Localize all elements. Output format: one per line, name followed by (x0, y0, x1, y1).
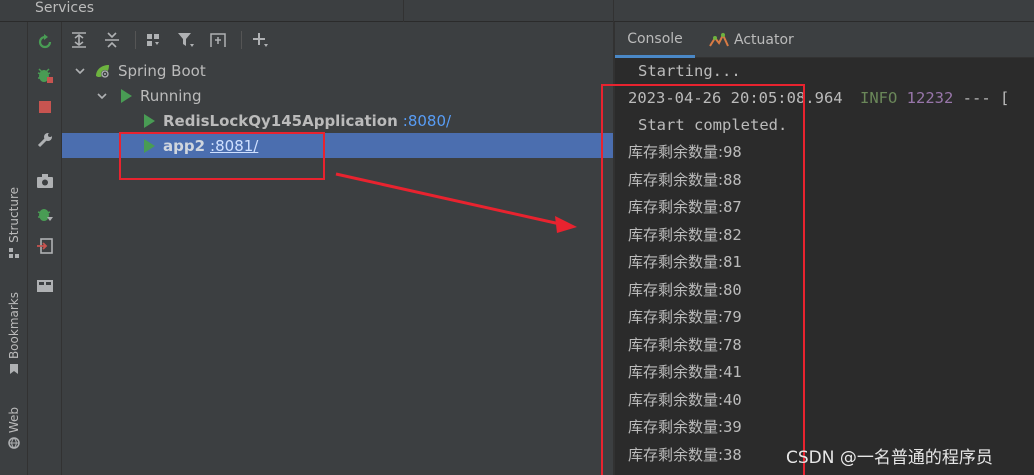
watermark-text: CSDN @一名普通的程序员 (786, 448, 993, 468)
annotation-arrow (335, 172, 577, 233)
